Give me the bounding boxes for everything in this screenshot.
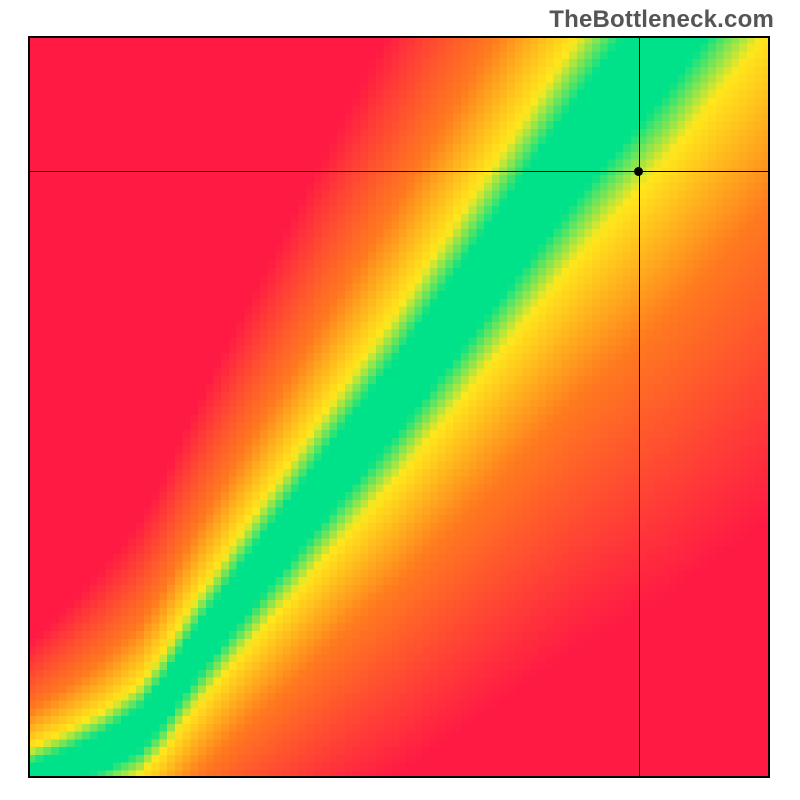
heatmap-canvas [28, 36, 770, 778]
watermark-text: TheBottleneck.com [549, 6, 774, 34]
chart-container: TheBottleneck.com [0, 0, 800, 800]
heatmap-plot [28, 36, 770, 778]
